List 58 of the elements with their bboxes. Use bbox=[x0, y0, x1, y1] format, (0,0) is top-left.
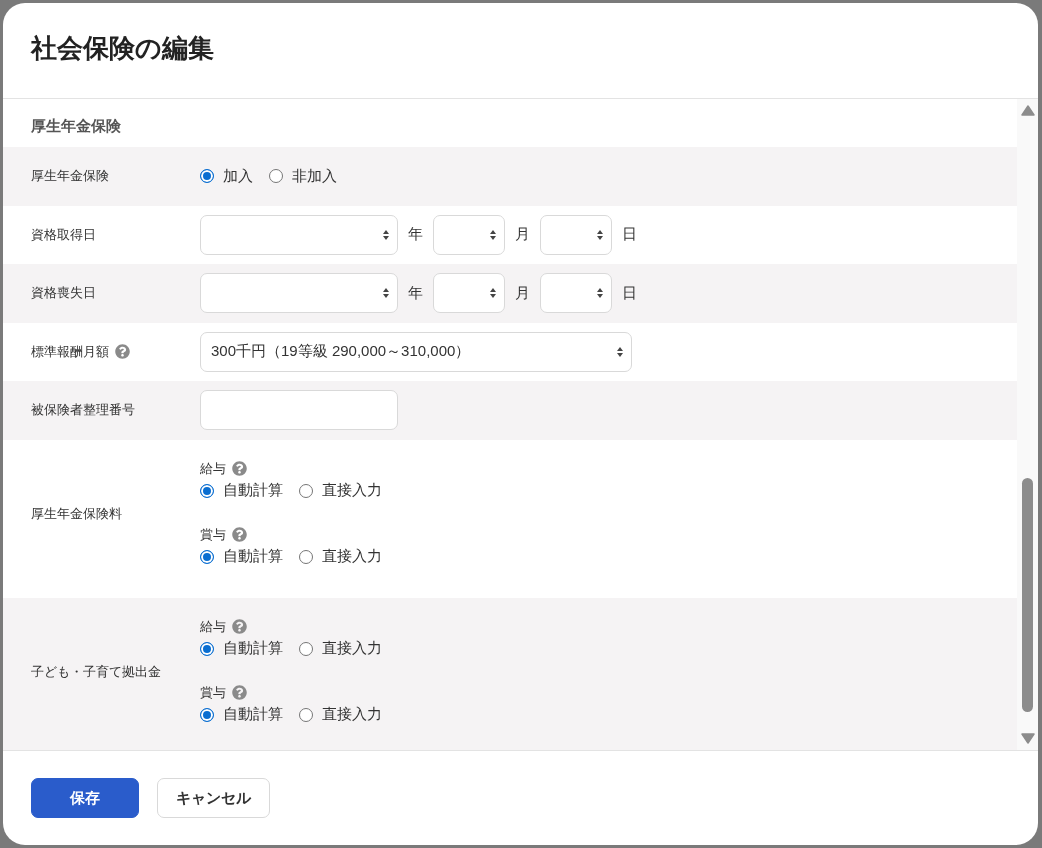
caret-icon bbox=[597, 288, 603, 299]
date-unit-label: 日 bbox=[622, 225, 637, 245]
save-button[interactable]: 保存 bbox=[31, 778, 139, 818]
caret-icon bbox=[383, 229, 389, 240]
group-label: 賞与 bbox=[200, 683, 226, 702]
group-label: 賞与 bbox=[200, 525, 226, 544]
option-label: 自動計算 bbox=[223, 547, 283, 566]
help-icon[interactable] bbox=[232, 619, 247, 634]
field-label: 標準報酬月額 bbox=[31, 342, 109, 361]
field-label: 子ども・子育て拠出金 bbox=[31, 662, 161, 681]
caret-icon bbox=[490, 229, 496, 240]
radio-button[interactable] bbox=[200, 549, 214, 564]
section-title: 厚生年金保険 bbox=[30, 115, 122, 136]
input-field[interactable] bbox=[200, 390, 398, 431]
caret-icon bbox=[383, 288, 389, 299]
radio-button[interactable] bbox=[299, 707, 313, 722]
option-label: 自動計算 bbox=[223, 481, 283, 500]
option-label: 自動計算 bbox=[223, 639, 283, 658]
date-unit-label: 年 bbox=[408, 225, 423, 245]
field-label: 厚生年金保険 bbox=[31, 167, 109, 186]
caret-icon bbox=[597, 229, 603, 240]
field-label: 資格取得日 bbox=[31, 225, 96, 244]
date-unit-label: 月 bbox=[515, 225, 530, 245]
radio-button[interactable] bbox=[200, 169, 214, 184]
option-label: 直接入力 bbox=[322, 705, 382, 724]
date-unit-label: 年 bbox=[408, 283, 423, 303]
date-unit-label: 月 bbox=[515, 283, 530, 303]
help-icon[interactable] bbox=[115, 344, 130, 360]
caret-icon bbox=[490, 288, 496, 299]
group-label: 給与 bbox=[200, 617, 226, 636]
option-label: 直接入力 bbox=[322, 639, 382, 658]
scroll-down-icon[interactable] bbox=[1020, 733, 1035, 744]
radio-button[interactable] bbox=[299, 641, 313, 656]
field-label: 資格喪失日 bbox=[31, 284, 96, 303]
option-label: 直接入力 bbox=[322, 481, 382, 500]
option-label: 自動計算 bbox=[223, 705, 283, 724]
radio-button[interactable] bbox=[269, 169, 283, 184]
help-icon[interactable] bbox=[232, 461, 247, 476]
cancel-button[interactable]: キャンセル bbox=[157, 778, 270, 818]
help-icon[interactable] bbox=[232, 527, 247, 542]
dialog-title: 社会保険の編集 bbox=[31, 31, 214, 65]
option-label: 直接入力 bbox=[322, 547, 382, 566]
date-unit-label: 日 bbox=[622, 283, 637, 303]
caret-icon bbox=[617, 346, 623, 357]
option-label: 加入 bbox=[223, 166, 253, 186]
field-label: 被保険者整理番号 bbox=[31, 401, 135, 420]
option-label: 非加入 bbox=[292, 166, 337, 186]
radio-button[interactable] bbox=[200, 641, 214, 656]
scroll-up-icon[interactable] bbox=[1020, 105, 1035, 116]
radio-button[interactable] bbox=[200, 483, 214, 498]
scrollbar-thumb[interactable] bbox=[1022, 478, 1033, 712]
help-icon[interactable] bbox=[232, 685, 247, 700]
dropdown-select[interactable]: 300千円（19等級 290,000～310,000） bbox=[200, 331, 632, 372]
radio-button[interactable] bbox=[299, 483, 313, 498]
radio-button[interactable] bbox=[299, 549, 313, 564]
field-label: 厚生年金保険料 bbox=[31, 504, 122, 523]
radio-button[interactable] bbox=[200, 707, 214, 722]
group-label: 給与 bbox=[200, 459, 226, 478]
